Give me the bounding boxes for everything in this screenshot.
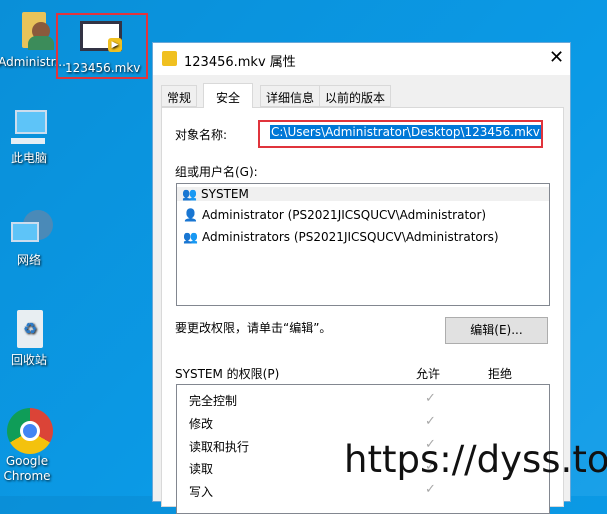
permission-name: 读取和执行: [189, 440, 250, 454]
icon-label: 回收站: [10, 353, 47, 367]
permission-name: 读取: [189, 462, 214, 476]
icon-label: 网络: [16, 253, 41, 267]
desktop-icon-network[interactable]: 网络: [0, 210, 64, 268]
tab-general[interactable]: 常规: [161, 85, 198, 107]
chrome-icon: [7, 408, 53, 454]
list-item[interactable]: 👤 Administrator (PS2021JICSQUCV\Administr…: [183, 208, 486, 222]
properties-dialog: 123456.mkv 属性 ✕ 常规 安全 详细信息 以前的版本 对象名称: C…: [152, 42, 571, 514]
desktop-icon-this-pc[interactable]: 此电脑: [0, 108, 64, 166]
group-name: SYSTEM: [201, 187, 249, 201]
computer-icon: [9, 108, 49, 148]
permission-row: 读取和执行: [189, 438, 249, 455]
list-item[interactable]: 👥 SYSTEM: [177, 187, 549, 201]
permissions-label: SYSTEM 的权限(P): [175, 367, 280, 381]
button-label: 编辑(E)...: [470, 323, 523, 337]
edit-button[interactable]: 编辑(E)...: [445, 317, 548, 344]
desktop-icon-recycle-bin[interactable]: ♻ 回收站: [0, 310, 64, 368]
groups-list[interactable]: 👥 SYSTEM 👤 Administrator (PS2021JICSQUCV\A…: [176, 183, 550, 306]
allow-header: 允许: [416, 367, 441, 381]
icon-label: 123456.mkv: [65, 61, 141, 75]
title-bar: 123456.mkv 属性 ✕: [153, 43, 570, 75]
icon-label: Google Chrome: [3, 454, 51, 483]
deny-header: 拒绝: [488, 367, 513, 381]
edit-hint: 要更改权限，请单击“编辑”。: [175, 321, 332, 335]
watermark: https://dyss.top: [344, 438, 607, 481]
tab-details[interactable]: 详细信息: [260, 85, 321, 107]
permission-name: 写入: [189, 485, 214, 499]
object-name-label: 对象名称:: [175, 128, 228, 142]
close-icon[interactable]: ✕: [549, 47, 564, 68]
icon-label: 此电脑: [10, 151, 47, 165]
check-icon: ✓: [425, 482, 436, 497]
check-icon: ✓: [425, 391, 436, 406]
tab-label: 以前的版本: [325, 91, 386, 105]
permission-row: 修改: [189, 415, 213, 432]
dialog-title: 123456.mkv 属性: [184, 55, 296, 70]
user-folder-icon: [12, 12, 54, 52]
player-app-icon: [162, 51, 177, 66]
object-name-value[interactable]: C:\Users\Administrator\Desktop\123456.mk…: [270, 125, 541, 139]
permission-name: 修改: [189, 417, 214, 431]
recycle-bin-icon: ♻: [9, 310, 49, 350]
tab-security[interactable]: 安全: [203, 83, 254, 108]
user-icon: 👤: [183, 208, 198, 222]
check-icon: ✓: [425, 414, 436, 429]
users-group-icon: 👥: [182, 187, 197, 201]
permission-name: 完全控制: [189, 394, 238, 408]
groups-label: 组或用户名(G):: [175, 165, 258, 179]
network-globe-icon: [9, 210, 53, 250]
tab-label: 常规: [167, 91, 192, 105]
permission-row: 完全控制: [189, 392, 237, 409]
tab-label: 详细信息: [266, 91, 315, 105]
desktop-icon-mkv[interactable]: ▶ 123456.mkv: [65, 18, 140, 76]
group-name: Administrators (PS2021JICSQUCV\Administr…: [202, 230, 499, 244]
permission-row: 写入: [189, 483, 213, 500]
video-file-icon: ▶: [80, 18, 122, 58]
desktop-icon-chrome[interactable]: Google Chrome: [0, 408, 62, 484]
tab-previous-versions[interactable]: 以前的版本: [319, 85, 392, 107]
list-item[interactable]: 👥 Administrators (PS2021JICSQUCV\Administ…: [183, 230, 499, 244]
tab-label: 安全: [216, 91, 241, 105]
group-name: Administrator (PS2021JICSQUCV\Administra…: [202, 208, 487, 222]
permission-row: 读取: [189, 460, 213, 477]
users-group-icon: 👥: [183, 230, 198, 244]
